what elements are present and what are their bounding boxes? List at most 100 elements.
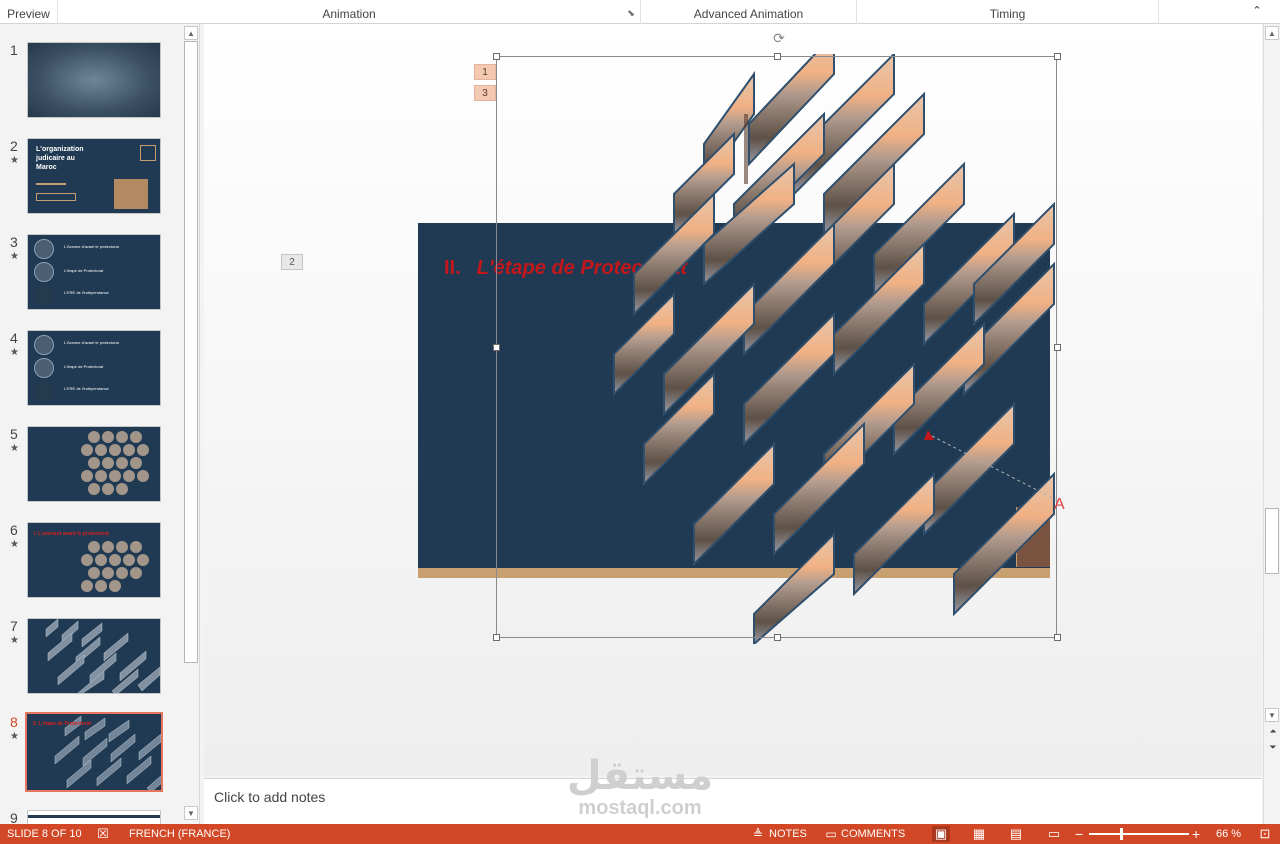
reading-view-icon[interactable]: ▤ bbox=[1007, 826, 1025, 842]
slide-number: 3 bbox=[10, 234, 18, 250]
slide-thumbnail-8[interactable]: 8 ★ II. L'étape de Protectorat bbox=[0, 712, 182, 794]
notes-toggle[interactable]: NOTES bbox=[769, 824, 807, 844]
thumb-line bbox=[28, 815, 160, 818]
comments-icon[interactable]: ▭ bbox=[824, 826, 838, 842]
slide-preview: II. L'étape de Protectorat bbox=[25, 712, 163, 792]
thumb-line-text: L'ERE de l'indépendance bbox=[64, 290, 109, 295]
thumb-circle bbox=[34, 335, 54, 355]
slide-thumbnail-3[interactable]: 3 ★ L'Avenue d'avant le protectorat L'ét… bbox=[0, 234, 182, 314]
ribbon-group-label: Advanced Animation bbox=[693, 7, 804, 21]
thumb-illustration bbox=[114, 179, 148, 209]
rotate-handle-icon[interactable]: ⟳ bbox=[772, 31, 786, 45]
zoom-slider-thumb[interactable] bbox=[1120, 828, 1123, 840]
scroll-down-arrow-icon[interactable]: ▼ bbox=[184, 806, 198, 820]
resize-handle[interactable] bbox=[1054, 344, 1061, 351]
slide-thumbnail-9[interactable]: 9 bbox=[0, 810, 182, 824]
animation-star-icon: ★ bbox=[10, 731, 19, 742]
notes-icon[interactable]: ≜ bbox=[751, 826, 765, 842]
slide-number: 5 bbox=[10, 426, 18, 442]
language-indicator[interactable]: FRENCH (FRANCE) bbox=[129, 824, 230, 844]
scroll-up-arrow-icon[interactable]: ▲ bbox=[1265, 26, 1279, 40]
resize-handle[interactable] bbox=[493, 634, 500, 641]
motion-path[interactable]: A bbox=[894, 404, 1084, 514]
animation-order-tag[interactable]: 3 bbox=[474, 85, 496, 101]
animation-star-icon: ★ bbox=[10, 635, 19, 646]
spell-check-icon[interactable]: ☒ bbox=[95, 826, 111, 842]
slide-preview: L'Avenue d'avant le protectorat L'étape … bbox=[27, 330, 161, 406]
slide-thumbnail-6[interactable]: 6 ★ I. L'avenant avant le protectorat bbox=[0, 522, 182, 602]
slide-preview: L'organization judicaire au Maroc bbox=[27, 138, 161, 214]
slide-counter: SLIDE 8 OF 10 bbox=[7, 828, 82, 840]
resize-handle[interactable] bbox=[493, 344, 500, 351]
thumb-title: I. L'avenant avant le protectorat bbox=[34, 531, 110, 537]
slide-preview bbox=[27, 618, 161, 694]
slide-preview bbox=[27, 810, 161, 824]
zoom-out-button[interactable]: − bbox=[1075, 824, 1083, 844]
animation-order-tag[interactable]: 1 bbox=[474, 64, 496, 80]
ribbon-group-timing: Timing bbox=[857, 0, 1159, 24]
previous-slide-icon[interactable]: ⏶ bbox=[1266, 726, 1280, 740]
slide-sorter-view-icon[interactable]: ▦ bbox=[970, 826, 988, 842]
scrollbar-thumb[interactable] bbox=[184, 41, 198, 663]
powerpoint-window: Preview Animation ⬊ Advanced Animation T… bbox=[0, 0, 1280, 844]
slide-thumbnail-2[interactable]: 2 ★ L'organization judicaire au Maroc bbox=[0, 138, 182, 218]
scrollbar-thumb[interactable] bbox=[1265, 508, 1279, 574]
thumb-line-text: L'Avenue d'avant le protectorat bbox=[64, 244, 119, 249]
animation-order-tag[interactable]: 2 bbox=[281, 254, 303, 270]
slide-thumbnail-7[interactable]: 7 ★ bbox=[0, 618, 182, 698]
slide-preview bbox=[27, 426, 161, 502]
thumb-box bbox=[36, 193, 76, 201]
thumb-circle bbox=[34, 239, 54, 259]
ribbon-group-animation: Animation bbox=[58, 0, 641, 24]
slideshow-view-icon[interactable]: ▭ bbox=[1045, 826, 1063, 842]
dialog-launcher-icon[interactable]: ⬊ bbox=[626, 8, 636, 18]
scroll-down-arrow-icon[interactable]: ▼ bbox=[1265, 708, 1279, 722]
slide-number: 2 bbox=[10, 138, 18, 154]
slide-number: 6 bbox=[10, 522, 18, 538]
slide-thumbnail-4[interactable]: 4 ★ L'Avenue d'avant le protectorat L'ét… bbox=[0, 330, 182, 410]
slide-number: 4 bbox=[10, 330, 18, 346]
notes-placeholder[interactable]: Click to add notes bbox=[214, 789, 325, 805]
slide-number: 1 bbox=[10, 42, 18, 58]
slide-title-number: II. bbox=[444, 257, 461, 279]
resize-handle[interactable] bbox=[774, 634, 781, 641]
slide-preview bbox=[27, 42, 161, 118]
notes-pane[interactable]: Click to add notes bbox=[204, 778, 1262, 824]
selection-box[interactable] bbox=[496, 56, 1057, 638]
animation-star-icon: ★ bbox=[10, 347, 19, 358]
thumb-line-text: L'ERE de l'indépendance bbox=[64, 386, 109, 391]
resize-handle[interactable] bbox=[1054, 53, 1061, 60]
animation-star-icon: ★ bbox=[10, 443, 19, 454]
zoom-level[interactable]: 66 % bbox=[1216, 824, 1241, 844]
thumb-circle bbox=[34, 358, 54, 378]
slide-preview: L'Avenue d'avant le protectorat L'étape … bbox=[27, 234, 161, 310]
scroll-up-arrow-icon[interactable]: ▲ bbox=[184, 26, 198, 40]
slide-thumbnail-5[interactable]: 5 ★ bbox=[0, 426, 182, 506]
hexagon-grid-graphic bbox=[81, 431, 149, 495]
chevron-up-icon[interactable]: ⌃ bbox=[1250, 4, 1264, 18]
normal-view-icon[interactable]: ▣ bbox=[932, 826, 950, 842]
thumb-circle bbox=[34, 285, 54, 305]
zoom-in-button[interactable]: + bbox=[1192, 824, 1200, 844]
slide-thumbnail-1[interactable]: 1 bbox=[0, 42, 182, 122]
next-slide-icon[interactable]: ⏷ bbox=[1266, 742, 1280, 756]
status-bar: SLIDE 8 OF 10 ☒ FRENCH (FRANCE) ≜ NOTES … bbox=[0, 824, 1280, 844]
thumb-line bbox=[36, 183, 66, 185]
resize-handle[interactable] bbox=[493, 53, 500, 60]
zoom-slider[interactable] bbox=[1089, 833, 1189, 835]
ribbon-group-preview[interactable]: Preview bbox=[0, 0, 58, 24]
ribbon-group-label: Animation bbox=[322, 7, 376, 21]
animation-star-icon: ★ bbox=[10, 251, 19, 262]
resize-handle[interactable] bbox=[1054, 634, 1061, 641]
resize-handle[interactable] bbox=[774, 53, 781, 60]
animation-star-icon: ★ bbox=[10, 539, 19, 550]
main-scrollbar[interactable]: ▲ ▼ ⏶ ⏷ bbox=[1263, 24, 1280, 824]
thumb-circle bbox=[34, 262, 54, 282]
thumb-title: II. L'étape de Protectorat bbox=[33, 721, 92, 727]
fit-to-window-icon[interactable]: ⊡ bbox=[1256, 826, 1274, 842]
thumb-line-text: L'Avenue d'avant le protectorat bbox=[64, 340, 119, 345]
thumbnail-scrollbar[interactable]: ▲ ▼ bbox=[183, 24, 199, 822]
comments-toggle[interactable]: COMMENTS bbox=[841, 824, 905, 844]
watermark-arabic-text: مستقل bbox=[566, 753, 714, 799]
diagonal-strips-graphic bbox=[45, 619, 160, 693]
